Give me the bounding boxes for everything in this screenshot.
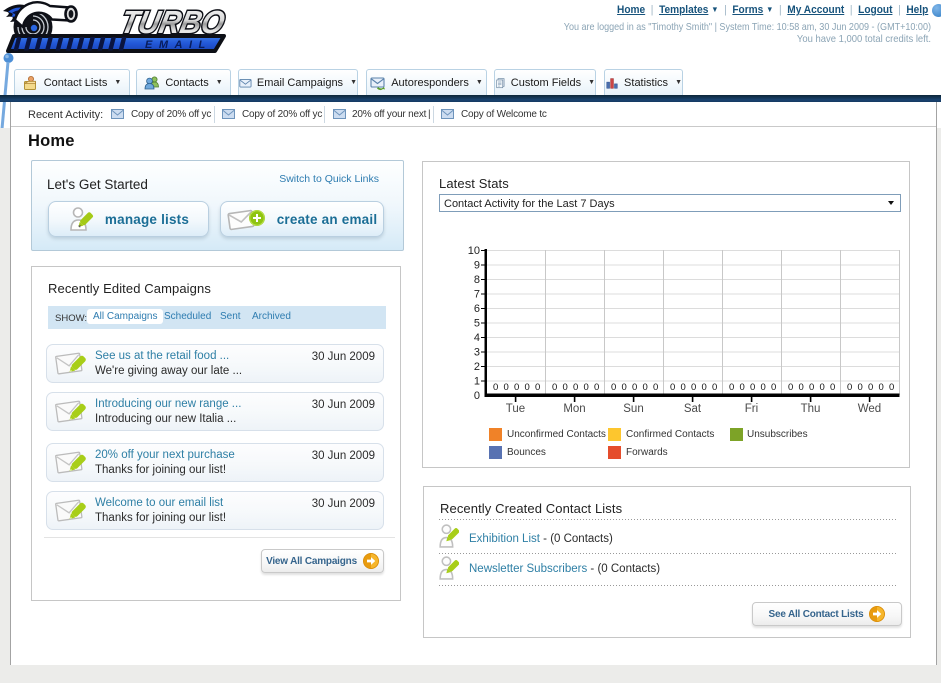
svg-text:0: 0 [493, 382, 498, 393]
svg-text:5: 5 [474, 318, 480, 330]
svg-text:1: 1 [474, 376, 480, 388]
svg-text:2: 2 [474, 361, 480, 373]
svg-text:6: 6 [474, 303, 480, 315]
svg-text:3: 3 [474, 347, 480, 359]
svg-text:0: 0 [504, 382, 509, 393]
svg-text:Sun: Sun [623, 403, 643, 415]
svg-text:0: 0 [514, 382, 519, 393]
svg-text:8: 8 [474, 274, 480, 286]
svg-text:0: 0 [474, 390, 480, 402]
svg-text:10: 10 [468, 245, 480, 257]
svg-text:0: 0 [535, 382, 540, 393]
svg-text:0: 0 [525, 382, 530, 393]
svg-text:Tue: Tue [506, 403, 525, 415]
svg-text:Fri: Fri [745, 403, 758, 415]
svg-text:9: 9 [474, 260, 480, 272]
svg-text:Wed: Wed [858, 403, 881, 415]
svg-text:EMAIL: EMAIL [145, 39, 212, 51]
svg-text:Mon: Mon [563, 403, 585, 415]
svg-text:Thu: Thu [801, 403, 821, 415]
svg-text:4: 4 [474, 332, 480, 344]
svg-text:Sat: Sat [684, 403, 702, 415]
svg-text:7: 7 [474, 289, 480, 301]
